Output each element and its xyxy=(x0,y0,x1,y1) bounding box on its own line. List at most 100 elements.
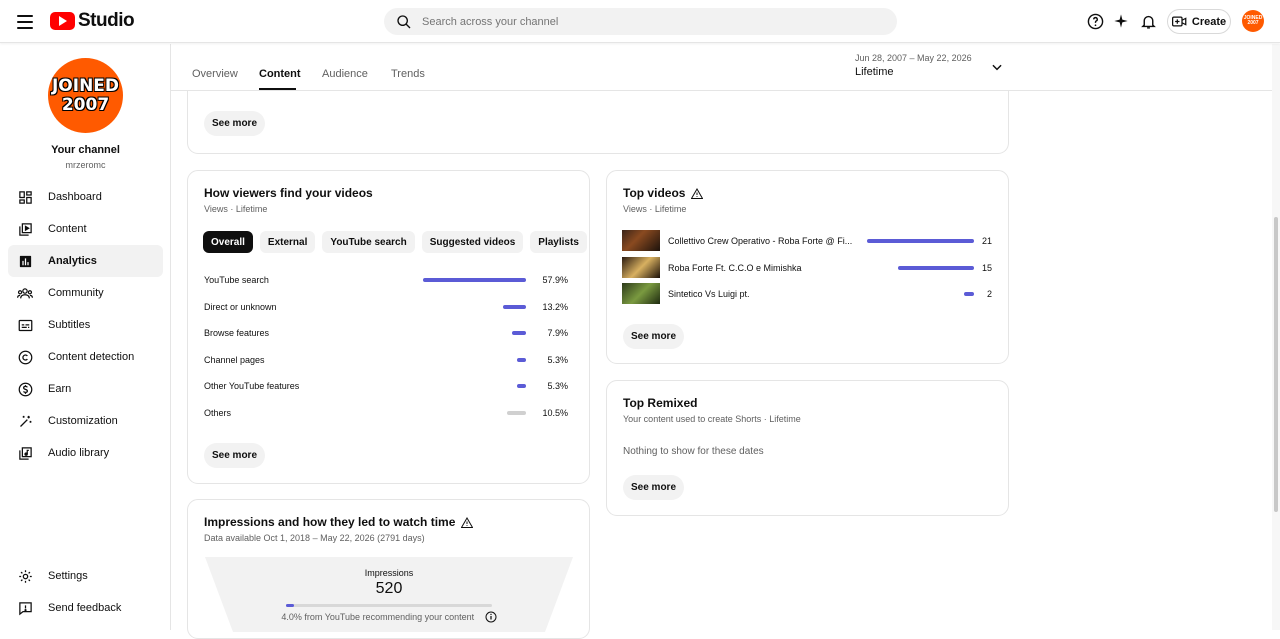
sidebar-item-subtitles[interactable]: Subtitles xyxy=(8,309,163,341)
sidebar-bottom-nav: Settings Send feedback xyxy=(8,560,163,624)
card-title: Impressions and how they led to watch ti… xyxy=(204,515,474,529)
channel-avatar[interactable]: JOINED 2007 xyxy=(48,58,123,133)
traffic-source-percent: 5.3% xyxy=(547,354,568,365)
info-icon[interactable] xyxy=(485,611,497,623)
logo-text: Studio xyxy=(78,10,135,31)
video-views-bar xyxy=(964,292,974,296)
sidebar-item-customization[interactable]: Customization xyxy=(8,405,163,437)
top-video-row[interactable]: Collettivo Crew Operativo - Roba Forte @… xyxy=(622,230,992,252)
sidebar-item-content[interactable]: Content xyxy=(8,213,163,245)
top-videos-card: Top videos Views · Lifetime Collettivo C… xyxy=(606,170,1009,364)
impressions-value: 520 xyxy=(375,580,403,597)
sidebar-item-audio-library[interactable]: Audio library xyxy=(8,437,163,469)
sidebar-item-earn[interactable]: Earn xyxy=(8,373,163,405)
impressions-label: Impressions xyxy=(364,568,414,578)
sidebar-item-community[interactable]: Community xyxy=(8,277,163,309)
see-more-button[interactable]: See more xyxy=(204,443,265,468)
card-subtitle: Data available Oct 1, 2018 – May 22, 202… xyxy=(204,533,425,543)
traffic-source-label: Browse features xyxy=(204,328,270,339)
dollar-icon xyxy=(17,381,33,397)
audio-library-icon xyxy=(17,445,33,461)
notifications-icon[interactable] xyxy=(1138,11,1158,31)
gear-icon xyxy=(17,568,33,584)
traffic-source-row: Other YouTube features 5.3% xyxy=(204,379,574,393)
top-video-row[interactable]: Roba Forte Ft. C.C.O e Mimishka 15 xyxy=(622,256,992,279)
card-title: Top Remixed xyxy=(623,396,698,410)
tab-content[interactable]: Content xyxy=(259,68,301,80)
traffic-source-bar xyxy=(507,411,526,415)
subtitles-icon xyxy=(17,317,33,333)
channel-title: Your channel xyxy=(51,144,120,156)
video-title[interactable]: Sintetico Vs Luigi pt. xyxy=(668,289,750,299)
warning-icon[interactable] xyxy=(461,516,474,528)
video-views-value: 2 xyxy=(986,289,992,299)
youtube-logo-icon xyxy=(50,12,75,30)
sidebar-item-analytics[interactable]: Analytics xyxy=(8,245,163,277)
traffic-source-percent: 10.5% xyxy=(542,408,568,418)
chip-youtube-search[interactable]: YouTube search xyxy=(322,231,415,253)
traffic-sources-card: How viewers find your videos Views · Lif… xyxy=(187,170,590,484)
warning-icon[interactable] xyxy=(691,187,704,199)
sparkle-icon[interactable] xyxy=(1111,11,1131,31)
top-remixed-card: Top Remixed Your content used to create … xyxy=(606,380,1009,516)
video-thumbnail[interactable] xyxy=(622,256,660,278)
card-subtitle: Your content used to create Shorts · Lif… xyxy=(623,414,801,424)
see-more-button[interactable]: See more xyxy=(623,324,684,349)
help-icon[interactable] xyxy=(1085,11,1105,31)
chip-playlists[interactable]: Playlists xyxy=(530,231,587,253)
account-avatar[interactable]: JOINED 2007 xyxy=(1242,10,1264,32)
video-thumbnail[interactable] xyxy=(622,230,660,251)
scrollbar-thumb[interactable] xyxy=(1274,217,1278,512)
search-input[interactable] xyxy=(422,15,862,28)
sidebar-item-send-feedback[interactable]: Send feedback xyxy=(8,592,163,624)
video-views-value: 21 xyxy=(981,236,992,246)
video-views-value: 15 xyxy=(981,262,992,273)
create-button[interactable]: Create xyxy=(1167,9,1231,34)
search-icon xyxy=(397,14,411,28)
sidebar-item-settings[interactable]: Settings xyxy=(8,560,163,592)
traffic-source-label: Others xyxy=(204,408,232,418)
top-app-bar: Studio Create JOINED 2007 xyxy=(0,0,1280,43)
sidebar-item-dashboard[interactable]: Dashboard xyxy=(8,181,163,213)
chip-overall[interactable]: Overall xyxy=(203,231,253,253)
tab-overview[interactable]: Overview xyxy=(192,68,238,80)
traffic-source-bar xyxy=(503,304,526,309)
card-title: How viewers find your videos xyxy=(204,186,373,200)
dashboard-icon xyxy=(17,189,33,205)
chip-external[interactable]: External xyxy=(259,231,316,253)
see-more-button[interactable]: See more xyxy=(204,111,265,136)
traffic-filter-chips: Overall External YouTube search Suggeste… xyxy=(203,231,587,253)
chevron-down-icon xyxy=(992,64,1002,71)
studio-logo[interactable]: Studio xyxy=(50,10,135,32)
sidebar-nav: Dashboard Content Analytics Community Su… xyxy=(8,181,163,469)
scrollbar[interactable] xyxy=(1272,44,1280,630)
wand-icon xyxy=(17,413,33,429)
chip-suggested-videos[interactable]: Suggested videos xyxy=(421,231,524,253)
traffic-source-row: Others 10.5% xyxy=(204,406,574,420)
see-more-button[interactable]: See more xyxy=(623,475,684,500)
video-title[interactable]: Roba Forte Ft. C.C.O e Mimishka xyxy=(668,263,802,273)
traffic-source-bar xyxy=(423,278,526,282)
traffic-source-percent: 13.2% xyxy=(542,301,568,312)
search-bar[interactable] xyxy=(384,8,897,35)
traffic-source-bar xyxy=(512,331,526,336)
feedback-icon xyxy=(17,600,33,616)
traffic-source-label: YouTube search xyxy=(204,275,269,285)
analytics-tab-bar: Overview Content Audience Trends Jun 28,… xyxy=(171,44,1272,91)
sidebar-item-content-detection[interactable]: Content detection xyxy=(8,341,163,373)
top-video-row[interactable]: Sintetico Vs Luigi pt. 2 xyxy=(622,283,992,305)
copyright-icon xyxy=(17,349,33,365)
channel-handle: mrzeromc xyxy=(65,160,106,170)
menu-icon[interactable] xyxy=(14,11,36,33)
date-range-label: Lifetime xyxy=(855,66,894,78)
date-range-text: Jun 28, 2007 – May 22, 2026 xyxy=(855,53,972,63)
video-title[interactable]: Collettivo Crew Operativo - Roba Forte @… xyxy=(668,236,852,246)
tab-trends[interactable]: Trends xyxy=(391,68,425,80)
traffic-source-bar xyxy=(517,357,526,362)
impressions-note: 4.0% from YouTube recommending your cont… xyxy=(188,611,590,623)
video-thumbnail[interactable] xyxy=(622,283,660,304)
tab-audience[interactable]: Audience xyxy=(322,68,368,80)
video-views-bar xyxy=(898,265,974,270)
analytics-icon xyxy=(17,253,33,269)
traffic-source-label: Direct or unknown xyxy=(204,301,277,312)
